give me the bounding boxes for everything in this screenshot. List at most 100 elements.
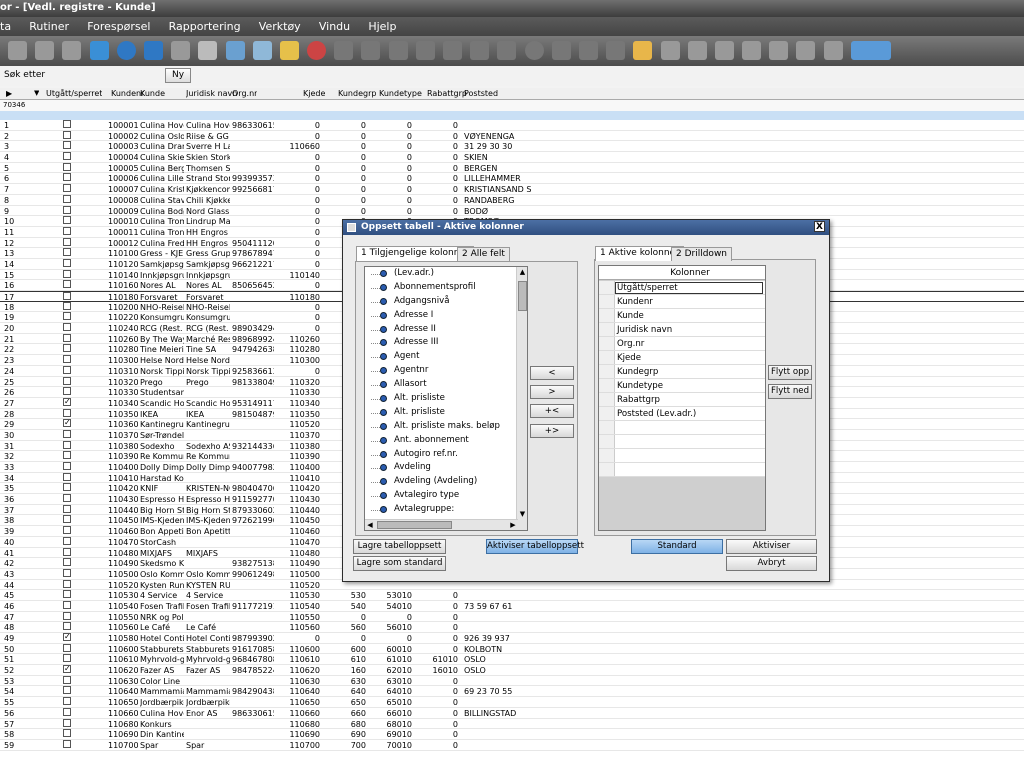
transfer-icon[interactable]: [850, 41, 891, 60]
folder-icon[interactable]: [633, 41, 653, 60]
utgatt-checkbox[interactable]: [63, 419, 71, 428]
utgatt-checkbox[interactable]: [63, 323, 71, 332]
utgatt-checkbox[interactable]: [63, 333, 71, 342]
table-row[interactable]: 54 110640 Mammamia Mammamia 984290438 110640 6…: [0, 686, 1024, 698]
utgatt-checkbox[interactable]: [63, 472, 71, 481]
move-left-button[interactable]: <: [530, 366, 574, 380]
new-button[interactable]: Ny: [165, 68, 191, 83]
utgatt-checkbox[interactable]: [63, 237, 71, 246]
scroll-thumb[interactable]: [518, 281, 527, 311]
available-column-item[interactable]: Alt. prisliste: [365, 392, 527, 406]
row-selector[interactable]: [599, 421, 615, 434]
table-icon[interactable]: [660, 41, 680, 60]
row-selector[interactable]: [599, 435, 615, 448]
available-column-item[interactable]: Alt. prisliste maks. beløp: [365, 420, 527, 434]
search-icon[interactable]: [171, 41, 191, 60]
table-row[interactable]: 3100003Culina DramSverre H Lag1106600003…: [0, 141, 1024, 153]
row-selector[interactable]: [599, 379, 615, 392]
active-column-row[interactable]: [599, 421, 765, 435]
table-row[interactable]: 57 110680 Konkurs 110680 680 68010 0: [0, 718, 1024, 730]
utgatt-checkbox[interactable]: [63, 130, 71, 139]
available-column-item[interactable]: Agent: [365, 350, 527, 364]
table-row[interactable]: 49110580Hotel ContineHotel Contine987993…: [0, 633, 1024, 644]
utgatt-checkbox[interactable]: [63, 622, 71, 631]
menu-rutiner[interactable]: Rutiner: [23, 17, 78, 33]
menu-verktoy[interactable]: Verktøy: [253, 17, 310, 33]
header-rabattgrp[interactable]: Rabattgrp: [427, 88, 467, 99]
available-column-item[interactable]: Avtalegiro type: [365, 489, 527, 503]
table-row[interactable]: 2 100002Culina OsloRiise & GG S 0 0 0 0 VØYENE…: [0, 130, 1024, 142]
utgatt-checkbox[interactable]: [63, 205, 71, 214]
row-selector[interactable]: [599, 463, 615, 476]
utgatt-checkbox[interactable]: [63, 579, 71, 588]
list-hscrollbar[interactable]: ◀ ▶: [365, 519, 518, 530]
table-row[interactable]: 6 100006Culina LillehaStrand Storkj993993…: [0, 173, 1024, 185]
utgatt-checkbox[interactable]: [63, 697, 71, 706]
new-icon[interactable]: [8, 41, 27, 60]
row-selector[interactable]: [599, 281, 615, 294]
active-column-row[interactable]: [599, 449, 765, 463]
available-column-item[interactable]: Avdeling: [365, 461, 527, 475]
close-button[interactable]: X: [814, 221, 825, 232]
utgatt-checkbox[interactable]: [63, 515, 71, 524]
table-row[interactable]: 7 100007Culina KristiaKjøkkencomp99256681…: [0, 184, 1024, 195]
available-column-item[interactable]: (Lev.adr.): [365, 267, 527, 281]
table-row[interactable]: 45 110530 4 Service 4 Service 110530 530 53010…: [0, 590, 1024, 601]
utgatt-checkbox[interactable]: [63, 184, 71, 193]
table-row[interactable]: 5 100005Culina BergeThomsen Sto 0 0 0 0 BERGEN: [0, 162, 1024, 174]
grid-icon[interactable]: [714, 41, 734, 60]
utgatt-checkbox[interactable]: [63, 462, 71, 470]
copy-icon[interactable]: [35, 41, 55, 60]
table-row[interactable]: 8 100008Culina StavaChili Kjøkken 0 0 0 0 RAND…: [0, 194, 1024, 206]
table-row[interactable]: 53 110630 Color Line 110630 630 63010 0: [0, 675, 1024, 687]
menu-rapportering[interactable]: Rapportering: [163, 17, 250, 33]
available-column-item[interactable]: Avtalegruppe:: [365, 503, 527, 517]
context-help-icon[interactable]: [143, 41, 163, 60]
row-selector[interactable]: [599, 365, 615, 378]
header-utgatt[interactable]: Utgått/sperret: [46, 88, 102, 99]
table-row[interactable]: 56110660Culina HovedEnor AS9863306151106…: [0, 707, 1024, 719]
undo-icon[interactable]: [796, 41, 816, 60]
utgatt-checkbox[interactable]: [63, 483, 71, 492]
row-selector[interactable]: [599, 351, 615, 364]
row-selector[interactable]: [599, 309, 615, 322]
utgatt-checkbox[interactable]: [63, 173, 71, 182]
utgatt-checkbox[interactable]: [63, 194, 71, 203]
row-selector[interactable]: [599, 295, 615, 308]
table-row[interactable]: 52110620Fazer ASFazer AS9847852241106201…: [0, 665, 1024, 676]
utgatt-checkbox[interactable]: [63, 376, 71, 385]
table-row[interactable]: 4 100004Culina SkienSkien Storkjø 0 0 0 0 SKIE…: [0, 152, 1024, 163]
row-selector[interactable]: [599, 323, 615, 336]
menu-hjelp[interactable]: Hjelp: [362, 17, 405, 33]
active-column-row[interactable]: Org.nr: [599, 337, 765, 351]
utgatt-checkbox[interactable]: [63, 216, 71, 225]
available-column-item[interactable]: Adresse III: [365, 336, 527, 350]
help-icon[interactable]: [116, 41, 136, 60]
scroll-down-icon[interactable]: ▼: [518, 509, 527, 519]
utgatt-checkbox[interactable]: [63, 675, 71, 684]
tab-drilldown[interactable]: 2 Drilldown: [671, 247, 733, 261]
available-column-item[interactable]: Adgangsnivå: [365, 295, 527, 309]
table-row[interactable]: 46 110540 Fosen Trafik Fosen Trafik 91177219…: [0, 600, 1024, 612]
header-kjede[interactable]: Kjede: [303, 88, 325, 99]
header-orgnr[interactable]: Org.nr: [232, 88, 257, 99]
utgatt-checkbox[interactable]: [63, 269, 71, 278]
utgatt-checkbox[interactable]: [63, 280, 71, 289]
move-up-button[interactable]: Flytt opp: [768, 365, 812, 380]
color-wheel-icon[interactable]: [307, 41, 327, 60]
table-row[interactable]: 9 100009Culina BodøNord Glass A 0 0 0 0 BODØ: [0, 205, 1024, 217]
utgatt-checkbox[interactable]: [63, 397, 71, 406]
header-kundetype[interactable]: Kundetype: [379, 88, 422, 99]
active-column-row[interactable]: Poststed (Lev.adr.): [599, 407, 765, 421]
available-list[interactable]: (Lev.adr.) Abonnementsprofil Adgangsnivå Ad…: [364, 266, 528, 531]
available-column-item[interactable]: Alt. prisliste: [365, 406, 527, 420]
utgatt-checkbox[interactable]: [63, 494, 71, 503]
menu-vindu[interactable]: Vindu: [313, 17, 359, 33]
header-kunde[interactable]: Kunde: [140, 88, 165, 99]
utgatt-checkbox[interactable]: [63, 729, 71, 738]
utgatt-checkbox[interactable]: [63, 312, 71, 321]
table-row[interactable]: 51110610Myhrvold-gruMyhrvold-gru96846780…: [0, 654, 1024, 666]
utgatt-checkbox[interactable]: [63, 429, 71, 438]
utgatt-checkbox[interactable]: [63, 600, 71, 609]
standard-button[interactable]: Standard: [631, 539, 723, 554]
